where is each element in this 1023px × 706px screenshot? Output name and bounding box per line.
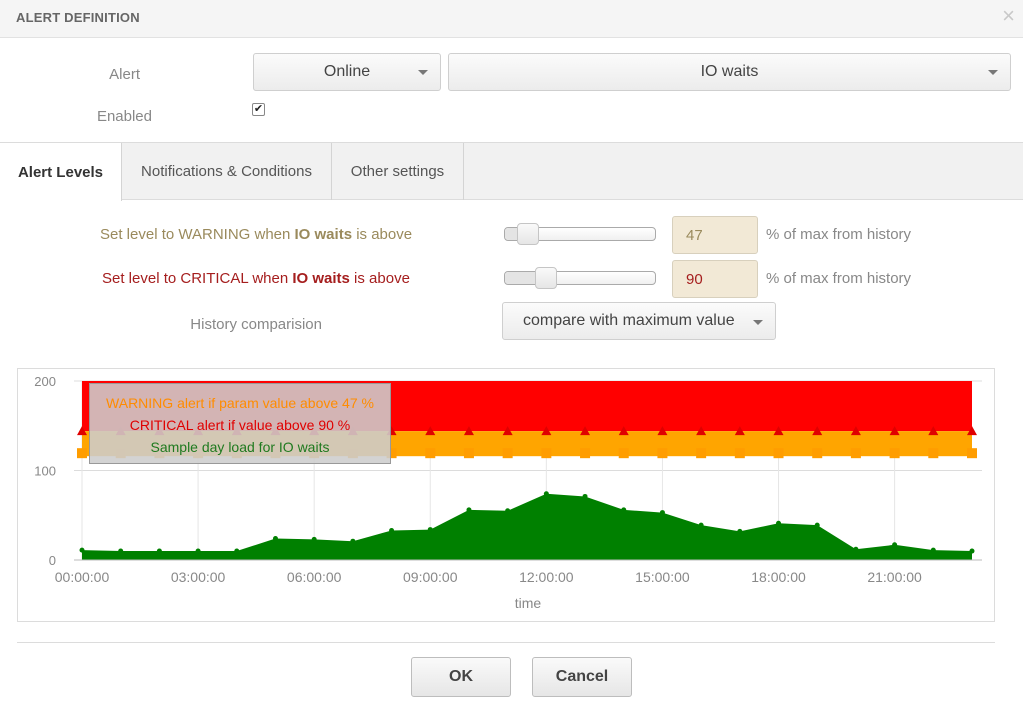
critical-unit-label: % of max from history <box>766 270 912 287</box>
critical-slider[interactable] <box>504 267 656 289</box>
cancel-button[interactable]: Cancel <box>532 657 632 697</box>
metric-select-value: IO waits <box>700 63 759 80</box>
dialog-title: ALERT DEFINITION <box>16 10 140 25</box>
critical-metric: IO waits <box>292 270 350 287</box>
legend-warning: WARNING alert if param value above 47 % <box>106 395 374 411</box>
alert-label: Alert <box>109 66 140 83</box>
tab-alert-levels[interactable]: Alert Levels <box>0 143 122 201</box>
critical-value-input[interactable]: 90 <box>672 260 758 298</box>
chevron-down-icon <box>988 70 998 75</box>
warning-slider-handle[interactable] <box>516 223 539 245</box>
warning-slider[interactable] <box>504 223 656 245</box>
chart-legend: WARNING alert if param value above 47 % … <box>89 383 391 464</box>
legend-critical: CRITICAL alert if value above 90 % <box>129 417 351 433</box>
warning-level-label: Set level to WARNING when IO waits is ab… <box>100 226 412 243</box>
close-icon[interactable]: × <box>1002 5 1015 27</box>
legend-sample: Sample day load for IO waits <box>150 439 330 455</box>
ok-button[interactable]: OK <box>411 657 511 697</box>
footer-divider <box>17 642 995 643</box>
enabled-checkbox[interactable]: ✔ <box>252 103 265 116</box>
critical-slider-handle[interactable] <box>534 267 557 289</box>
tab-bar: Alert Levels Notifications & Conditions … <box>0 143 1023 201</box>
warning-suffix: is above <box>352 226 413 243</box>
enabled-label: Enabled <box>96 108 152 125</box>
tab-notifications-conditions[interactable]: Notifications & Conditions <box>122 143 332 200</box>
chevron-down-icon <box>753 320 763 325</box>
warning-prefix: Set level to WARNING when <box>100 226 295 243</box>
warning-metric: IO waits <box>294 226 353 243</box>
metric-select[interactable]: IO waits <box>448 53 1011 91</box>
critical-suffix: is above <box>349 270 410 287</box>
tab-other-settings[interactable]: Other settings <box>332 143 464 200</box>
source-select-value: Online <box>323 63 371 80</box>
warning-value-input[interactable]: 47 <box>672 216 758 254</box>
dialog-titlebar: ALERT DEFINITION × <box>0 0 1023 38</box>
history-comparison-select[interactable]: compare with maximum value <box>502 302 776 340</box>
history-comparison-value: compare with maximum value <box>523 312 735 329</box>
source-select[interactable]: Online <box>253 53 441 91</box>
warning-unit-label: % of max from history <box>766 226 912 243</box>
chevron-down-icon <box>418 70 428 75</box>
critical-prefix: Set level to CRITICAL when <box>102 270 293 287</box>
history-comparison-label: History comparision <box>190 316 322 333</box>
critical-level-label: Set level to CRITICAL when IO waits is a… <box>102 270 410 287</box>
